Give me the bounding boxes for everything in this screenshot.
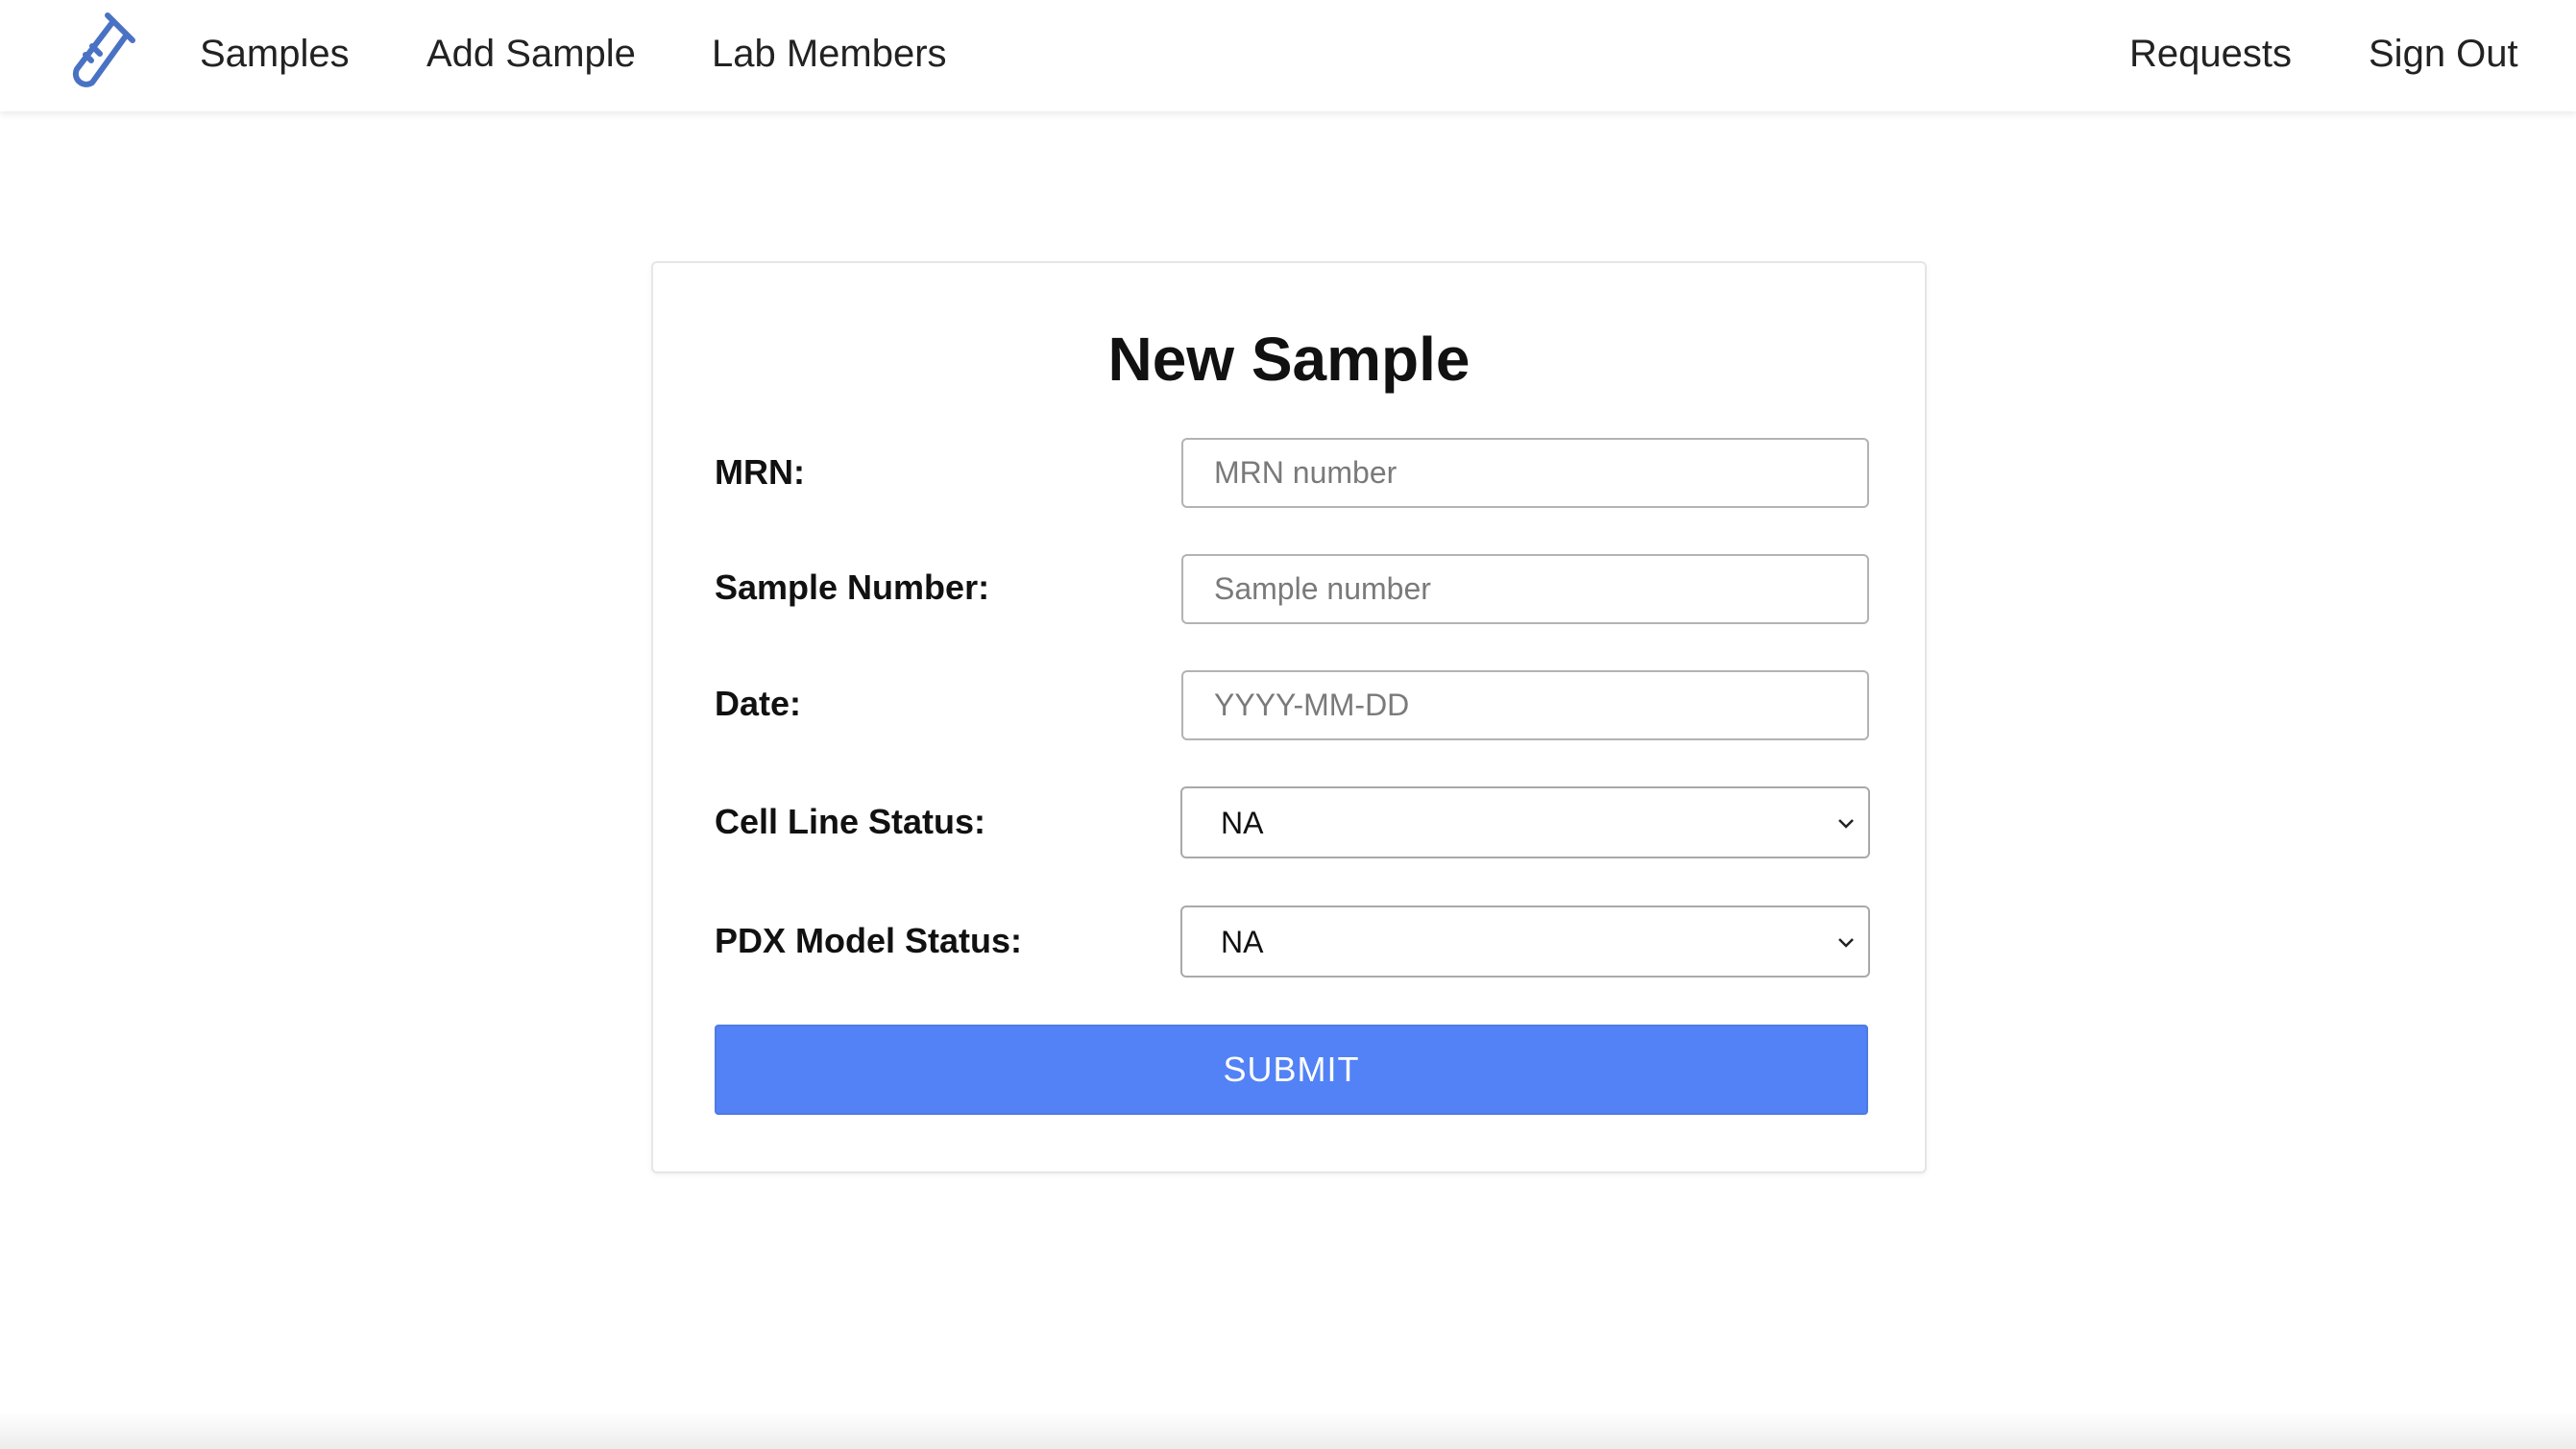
mrn-input[interactable] (1181, 438, 1869, 508)
date-input[interactable] (1181, 670, 1869, 740)
chevron-down-icon (1838, 938, 1854, 948)
nav-link-sign-out[interactable]: Sign Out (2369, 31, 2518, 77)
sample-number-label: Sample Number: (715, 568, 990, 607)
cell-line-status-label: Cell Line Status: (715, 802, 986, 841)
form-title: New Sample (1107, 325, 1470, 394)
pdx-model-status-label: PDX Model Status: (715, 921, 1023, 960)
new-sample-form-card: New Sample MRN: Sample Number: Date: Cel… (651, 261, 1927, 1173)
cell-line-status-value: NA (1221, 806, 1264, 840)
nav-link-samples[interactable]: Samples (200, 31, 350, 77)
page-bottom-shadow (0, 1412, 2576, 1449)
nav-link-add-sample[interactable]: Add Sample (426, 31, 636, 77)
nav-link-lab-members[interactable]: Lab Members (712, 31, 947, 77)
pdx-model-status-value: NA (1221, 925, 1264, 959)
pdx-model-status-select[interactable]: NA (1180, 906, 1870, 978)
nav-link-requests[interactable]: Requests (2129, 31, 2292, 77)
submit-button[interactable]: SUBMIT (715, 1025, 1868, 1115)
top-navbar: Samples Add Sample Lab Members Requests … (0, 0, 2576, 111)
chevron-down-icon (1838, 819, 1854, 829)
mrn-label: MRN: (715, 452, 805, 492)
date-label: Date: (715, 684, 802, 723)
cell-line-status-select[interactable]: NA (1180, 786, 1870, 858)
sample-number-input[interactable] (1181, 554, 1869, 624)
test-tube-icon[interactable] (60, 10, 138, 90)
